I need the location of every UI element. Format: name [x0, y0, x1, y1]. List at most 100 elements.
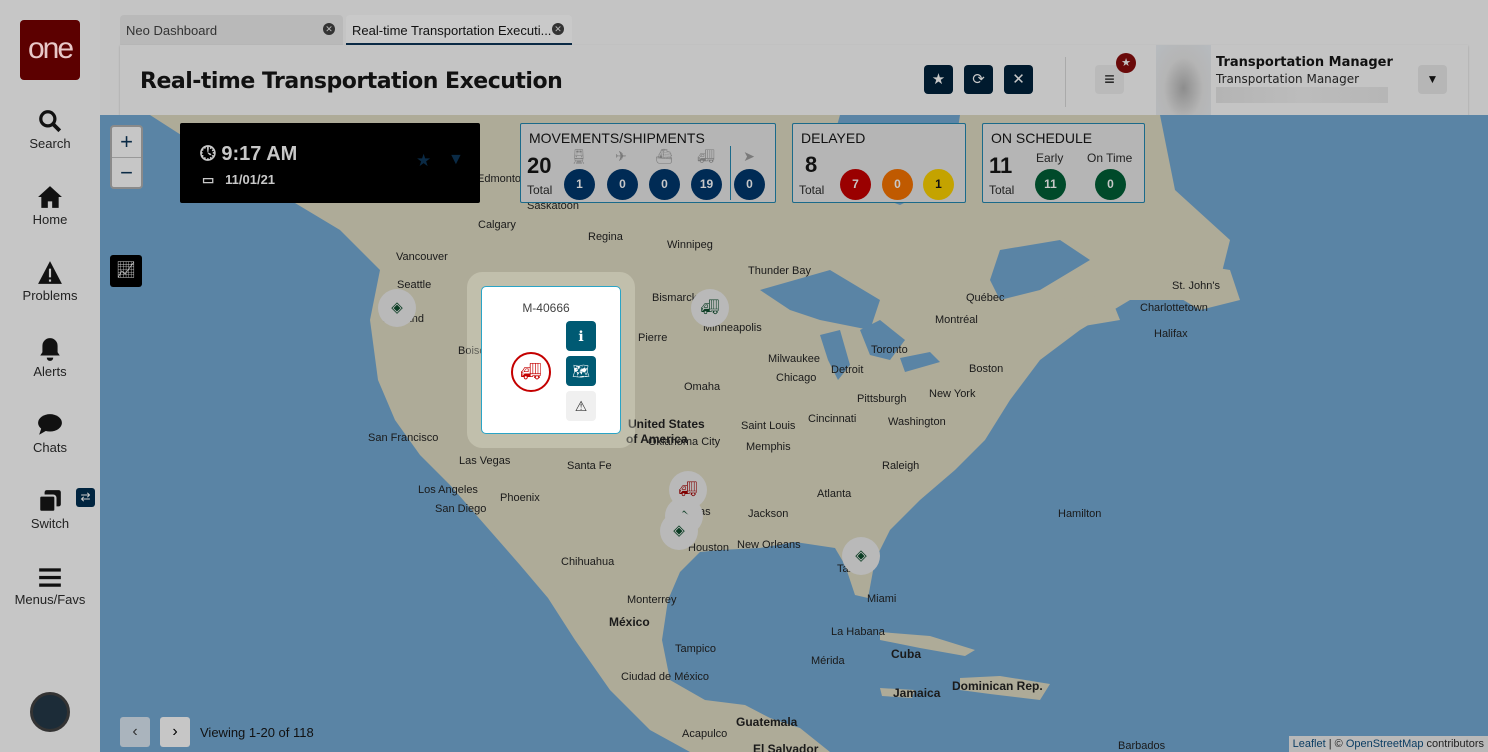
user-dropdown-button[interactable]: ▼: [1418, 65, 1447, 94]
chevron-down-icon: ▼: [1426, 72, 1439, 86]
delayed-minor-count[interactable]: 1: [923, 169, 954, 200]
refresh-button[interactable]: ⟳: [964, 65, 993, 94]
clock-icon: 🕓︎: [200, 143, 216, 165]
city-label: Pierre: [638, 332, 668, 344]
prev-page-button[interactable]: ‹: [120, 717, 150, 747]
user-avatar[interactable]: [30, 692, 70, 732]
star-badge-icon: ★: [1116, 53, 1136, 73]
city-label: San Francisco: [368, 432, 439, 444]
star-icon[interactable]: ★: [416, 151, 431, 171]
next-page-button[interactable]: ›: [160, 717, 190, 747]
osm-link[interactable]: OpenStreetMap: [1346, 738, 1424, 750]
tab-neo-dashboard[interactable]: Neo Dashboard ✕: [120, 15, 343, 45]
bell-icon: [0, 336, 100, 364]
map[interactable]: Edmonton Saskatoon Calgary Regina Winnipeg Va…: [100, 115, 1488, 752]
sidebar-item-alerts[interactable]: Alerts: [0, 336, 100, 379]
card-title: MOVEMENTS/SHIPMENTS: [529, 130, 705, 146]
pagination: ‹ › Viewing 1-20 of 118: [120, 717, 314, 747]
city-label: Jackson: [748, 508, 789, 520]
other-count[interactable]: 0: [734, 169, 765, 200]
delayed-critical-count[interactable]: 7: [840, 169, 871, 200]
tab-label: Real-time Transportation Executi...: [352, 23, 552, 38]
current-time: 9:17 AM: [221, 143, 298, 165]
truck-marker[interactable]: 🚚︎: [691, 289, 729, 327]
early-count[interactable]: 11: [1035, 169, 1066, 200]
total-label: Total: [527, 183, 553, 197]
train-icon: 🚆︎: [570, 148, 588, 164]
city-label: Atlanta: [817, 488, 852, 500]
movements-total: 20: [527, 153, 552, 178]
city-label: Chihuahua: [561, 556, 615, 568]
city-label: Oklahoma City: [648, 436, 721, 448]
rail-count[interactable]: 1: [564, 169, 595, 200]
sidebar-label: Problems: [22, 288, 78, 303]
close-tab-icon[interactable]: ✕: [323, 23, 335, 35]
city-label: Calgary: [478, 219, 516, 231]
city-label: La Habana: [831, 626, 885, 638]
tab-real-time-transportation[interactable]: Real-time Transportation Executi... ✕: [346, 15, 572, 45]
city-label: Washington: [888, 416, 946, 428]
map-attribution: Leaflet | © OpenStreetMap contributors: [1288, 736, 1488, 752]
sidebar-item-chats[interactable]: Chats: [0, 412, 100, 455]
sidebar-item-home[interactable]: Home: [0, 184, 100, 227]
city-label: Montréal: [935, 314, 978, 326]
air-count[interactable]: 0: [607, 169, 638, 200]
swap-icon[interactable]: ⇄: [76, 488, 95, 507]
ship-icon: ⛴︎: [655, 148, 673, 164]
leaflet-link[interactable]: Leaflet: [1293, 738, 1326, 750]
page-header: Real-time Transportation Execution ★ ⟳ ✕…: [120, 45, 1468, 117]
sidebar-item-search[interactable]: Search: [0, 108, 100, 151]
problem-button[interactable]: ⚠: [566, 391, 596, 421]
map-button[interactable]: 🗺︎: [566, 356, 596, 386]
calendar-icon: ▭: [202, 172, 215, 187]
city-label: Jamaica: [893, 686, 941, 700]
cluster-marker[interactable]: ◈: [660, 512, 698, 550]
sidebar: one Search Home Problems Alerts Chats Sw…: [0, 0, 100, 752]
ocean-count[interactable]: 0: [649, 169, 680, 200]
sidebar-item-menus-favs[interactable]: Menus/Favs: [0, 564, 100, 607]
refresh-icon: ⟳: [972, 71, 985, 88]
truck-icon: 🚚︎: [678, 481, 698, 498]
cluster-marker[interactable]: ◈: [378, 289, 416, 327]
filter-icon[interactable]: ▼: [448, 151, 464, 169]
info-button[interactable]: ℹ: [566, 321, 596, 351]
delayed-card: DELAYED 8 Total 7 0 1: [792, 123, 966, 203]
city-label: Toronto: [871, 344, 908, 356]
sidebar-label: Menus/Favs: [14, 592, 86, 607]
city-label: New Orleans: [737, 539, 801, 551]
delayed-warning-count[interactable]: 0: [882, 169, 913, 200]
city-label: San Diego: [435, 503, 487, 515]
on-time-count[interactable]: 0: [1095, 169, 1126, 200]
chart-toggle-button[interactable]: 📈︎: [110, 255, 142, 287]
city-label: Ciudad de México: [621, 671, 710, 683]
total-label: Total: [989, 183, 1015, 197]
tab-bar: Neo Dashboard ✕ Real-time Transportation …: [120, 15, 575, 45]
chevron-right-icon: ›: [172, 723, 178, 740]
city-label: Pittsburgh: [857, 393, 907, 405]
sidebar-label: Home: [32, 212, 68, 227]
close-button[interactable]: ✕: [1004, 65, 1033, 94]
zoom-out-button[interactable]: −: [112, 157, 141, 187]
truck-icon: 🚚︎: [511, 352, 551, 392]
city-label: Charlottetown: [1140, 302, 1208, 314]
favorite-button[interactable]: ★: [924, 65, 953, 94]
sidebar-item-problems[interactable]: Problems: [0, 260, 100, 303]
city-label: Tampico: [675, 643, 716, 655]
menu-icon: [0, 564, 100, 592]
city-label: Regina: [588, 231, 623, 243]
star-icon: ★: [931, 71, 946, 88]
shipment-id: M-40666: [522, 301, 570, 315]
city-label: Bismarck: [652, 292, 698, 304]
close-tab-icon[interactable]: ✕: [552, 23, 564, 35]
cluster-marker[interactable]: ◈: [842, 537, 880, 575]
user-name: Transportation Manager: [1216, 55, 1393, 70]
sidebar-label: Search: [29, 136, 71, 151]
card-title: ON SCHEDULE: [991, 130, 1093, 146]
divider: [730, 146, 731, 200]
early-label: Early: [1036, 151, 1064, 165]
app-logo[interactable]: one: [20, 20, 80, 80]
viewing-count: Viewing 1-20 of 118: [200, 724, 314, 740]
chevron-left-icon: ‹: [132, 723, 138, 740]
zoom-in-button[interactable]: +: [112, 127, 141, 157]
truck-count[interactable]: 19: [691, 169, 722, 200]
